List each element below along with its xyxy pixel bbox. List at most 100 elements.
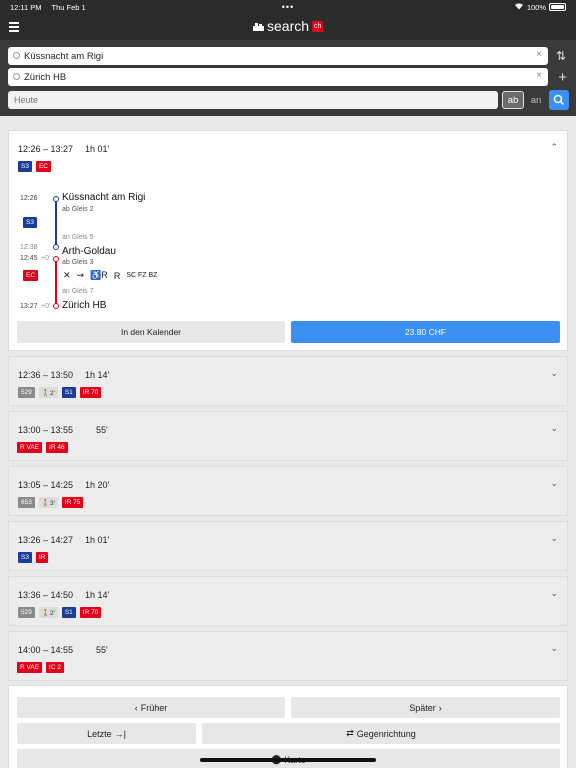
chevron-down-icon[interactable]: ⌄: [550, 478, 558, 489]
connection-card[interactable]: 13:00 – 13:55 55' ⌄ R VAE IR 46: [8, 411, 568, 461]
search-icon: [553, 94, 565, 106]
later-label: Später: [409, 702, 436, 713]
battery-percent: 100%: [526, 2, 546, 12]
line-badges: 529 🚶2' S1 IR 70: [18, 387, 102, 398]
stop-name[interactable]: Zürich HB: [62, 300, 106, 311]
wheelchair-icon: ♿R: [90, 270, 108, 280]
line-badge: R VAE: [17, 442, 43, 453]
reservation-icon: R: [113, 270, 121, 281]
search-button[interactable]: [549, 90, 569, 110]
add-to-calendar-button[interactable]: In den Kalender: [17, 321, 285, 343]
platform-text: ab Gleis 2: [62, 206, 94, 213]
logo-text: search: [267, 18, 310, 34]
from-field[interactable]: Küssnacht am Rigi ×: [8, 47, 548, 65]
buy-ticket-button[interactable]: 23.80 CHF: [291, 321, 560, 343]
stop-name[interactable]: Küssnacht am Rigi: [62, 192, 145, 203]
connection-time: 13:05 – 14:25: [18, 480, 74, 490]
connection-card[interactable]: 13:05 – 14:25 1h 20' ⌄ 653 🚶3' IR 75: [8, 466, 568, 516]
home-indicator[interactable]: [200, 758, 376, 762]
logo-suffix: ch: [312, 20, 324, 32]
stop-name[interactable]: Arth-Goldau: [62, 246, 116, 257]
stop-dot: [53, 196, 59, 202]
line-badge: 529: [18, 607, 35, 618]
walk-badge: 🚶3': [38, 497, 58, 508]
connection-duration: 1h 14': [85, 590, 110, 600]
arrival-toggle[interactable]: an: [525, 91, 547, 109]
connection-duration: 1h 01': [85, 144, 110, 154]
connection-summary: 13:36 – 14:50 1h 14': [18, 590, 109, 600]
connection-duration: 1h 20': [85, 480, 110, 490]
clear-to-icon[interactable]: ×: [536, 70, 542, 81]
arrow-to-end-icon: →|: [114, 728, 126, 739]
line-badge: EC: [35, 161, 51, 172]
pagination-panel: ‹ Früher Später › Letzte →| ⇄ Gegenricht…: [8, 685, 568, 768]
chevron-down-icon[interactable]: ⌄: [550, 368, 558, 379]
from-value: Küssnacht am Rigi: [24, 50, 104, 62]
to-field[interactable]: Zürich HB ×: [8, 68, 548, 86]
connection-time: 14:00 – 14:55: [18, 645, 74, 655]
earlier-button[interactable]: ‹ Früher: [17, 697, 285, 718]
connection-time: 13:26 – 14:27: [18, 535, 74, 545]
last-label: Letzte: [87, 728, 112, 739]
leg-line: [55, 199, 57, 247]
to-value: Zürich HB: [24, 71, 67, 83]
connection-summary: 12:36 – 13:50 1h 14': [18, 370, 109, 380]
later-button[interactable]: Später ›: [291, 697, 560, 718]
connection-card[interactable]: 12:36 – 13:50 1h 14' ⌄ 529 🚶2' S1 IR 70: [8, 356, 568, 406]
date-time-input[interactable]: [8, 91, 498, 109]
connection-duration: 1h 14': [85, 370, 110, 380]
clear-from-icon[interactable]: ×: [536, 49, 542, 60]
hamburger-menu-icon[interactable]: [9, 22, 19, 34]
platform-text: ab Gleis 3: [62, 259, 94, 266]
line-badges: 653 🚶3' IR 75: [18, 497, 84, 508]
connection-card[interactable]: 13:26 – 14:27 1h 01' ⌄ S3 IR: [8, 521, 568, 571]
line-badge: 529: [18, 387, 35, 398]
stop-dot: [53, 244, 59, 250]
delay-text: +0': [41, 303, 51, 310]
leg-line: [55, 259, 57, 305]
location-pin-icon: [13, 52, 20, 59]
swap-icon[interactable]: ⇅: [556, 49, 566, 63]
stop-dot: [53, 303, 59, 309]
line-badge: R VAE: [17, 662, 43, 673]
wifi-train-icon: ⇝: [76, 270, 85, 280]
reverse-label: Gegenrichtung: [356, 728, 416, 739]
connection-card[interactable]: 14:00 – 14:55 55' ⌄ R VAE IC 2: [8, 631, 568, 681]
stop-time: 13:27: [20, 303, 38, 310]
status-bar: 12:11 PM Thu Feb 1 ••• 100%: [0, 0, 576, 14]
connection-summary: 13:26 – 14:27 1h 01': [18, 535, 109, 545]
leg-badge: S3: [23, 217, 37, 228]
line-badge: IR 46: [46, 442, 68, 453]
delay-text: +0': [41, 255, 51, 262]
app-logo: search ch: [253, 18, 324, 34]
line-badges: S3 IR: [18, 552, 49, 563]
chevron-down-icon[interactable]: ⌄: [550, 588, 558, 599]
chevron-down-icon[interactable]: ⌄: [550, 423, 558, 434]
earlier-label: Früher: [140, 702, 168, 713]
swap-arrows-icon: ⇄: [346, 728, 354, 738]
connection-time: 12:36 – 13:50: [18, 370, 74, 380]
multitask-dots-icon[interactable]: •••: [282, 2, 294, 12]
connection-duration: 1h 01': [85, 535, 110, 545]
connection-duration: 55': [96, 645, 108, 655]
status-time: 12:11 PM: [10, 2, 42, 12]
last-button[interactable]: Letzte →|: [17, 723, 196, 744]
connection-summary: 13:00 – 13:55 55': [18, 425, 108, 435]
line-badge: IR: [35, 552, 49, 563]
chevron-up-icon[interactable]: ⌃: [550, 142, 558, 153]
add-via-icon[interactable]: +: [558, 69, 567, 86]
chevron-down-icon[interactable]: ⌄: [550, 533, 558, 544]
reverse-direction-button[interactable]: ⇄ Gegenrichtung: [202, 723, 560, 744]
connection-card[interactable]: 13:36 – 14:50 1h 14' ⌄ 529 🚶2' S1 IR 70: [8, 576, 568, 626]
connection-duration: 55': [96, 425, 108, 435]
line-badges: R VAE IR 46: [17, 442, 68, 453]
leg-badge: EC: [23, 270, 39, 281]
line-badge: IR 75: [61, 497, 84, 508]
line-badges: S3 EC: [18, 161, 51, 172]
departure-toggle[interactable]: ab: [502, 91, 524, 109]
facility-icons: ✕ ⇝ ♿R R SC FZ BZ: [63, 270, 157, 281]
connection-time: 13:00 – 13:55: [18, 425, 74, 435]
chevron-down-icon[interactable]: ⌄: [550, 643, 558, 654]
restaurant-icon: ✕: [63, 270, 71, 280]
connection-card[interactable]: 12:26 – 13:27 1h 01' ⌃ S3 EC 12:26 S3 12…: [8, 130, 568, 351]
